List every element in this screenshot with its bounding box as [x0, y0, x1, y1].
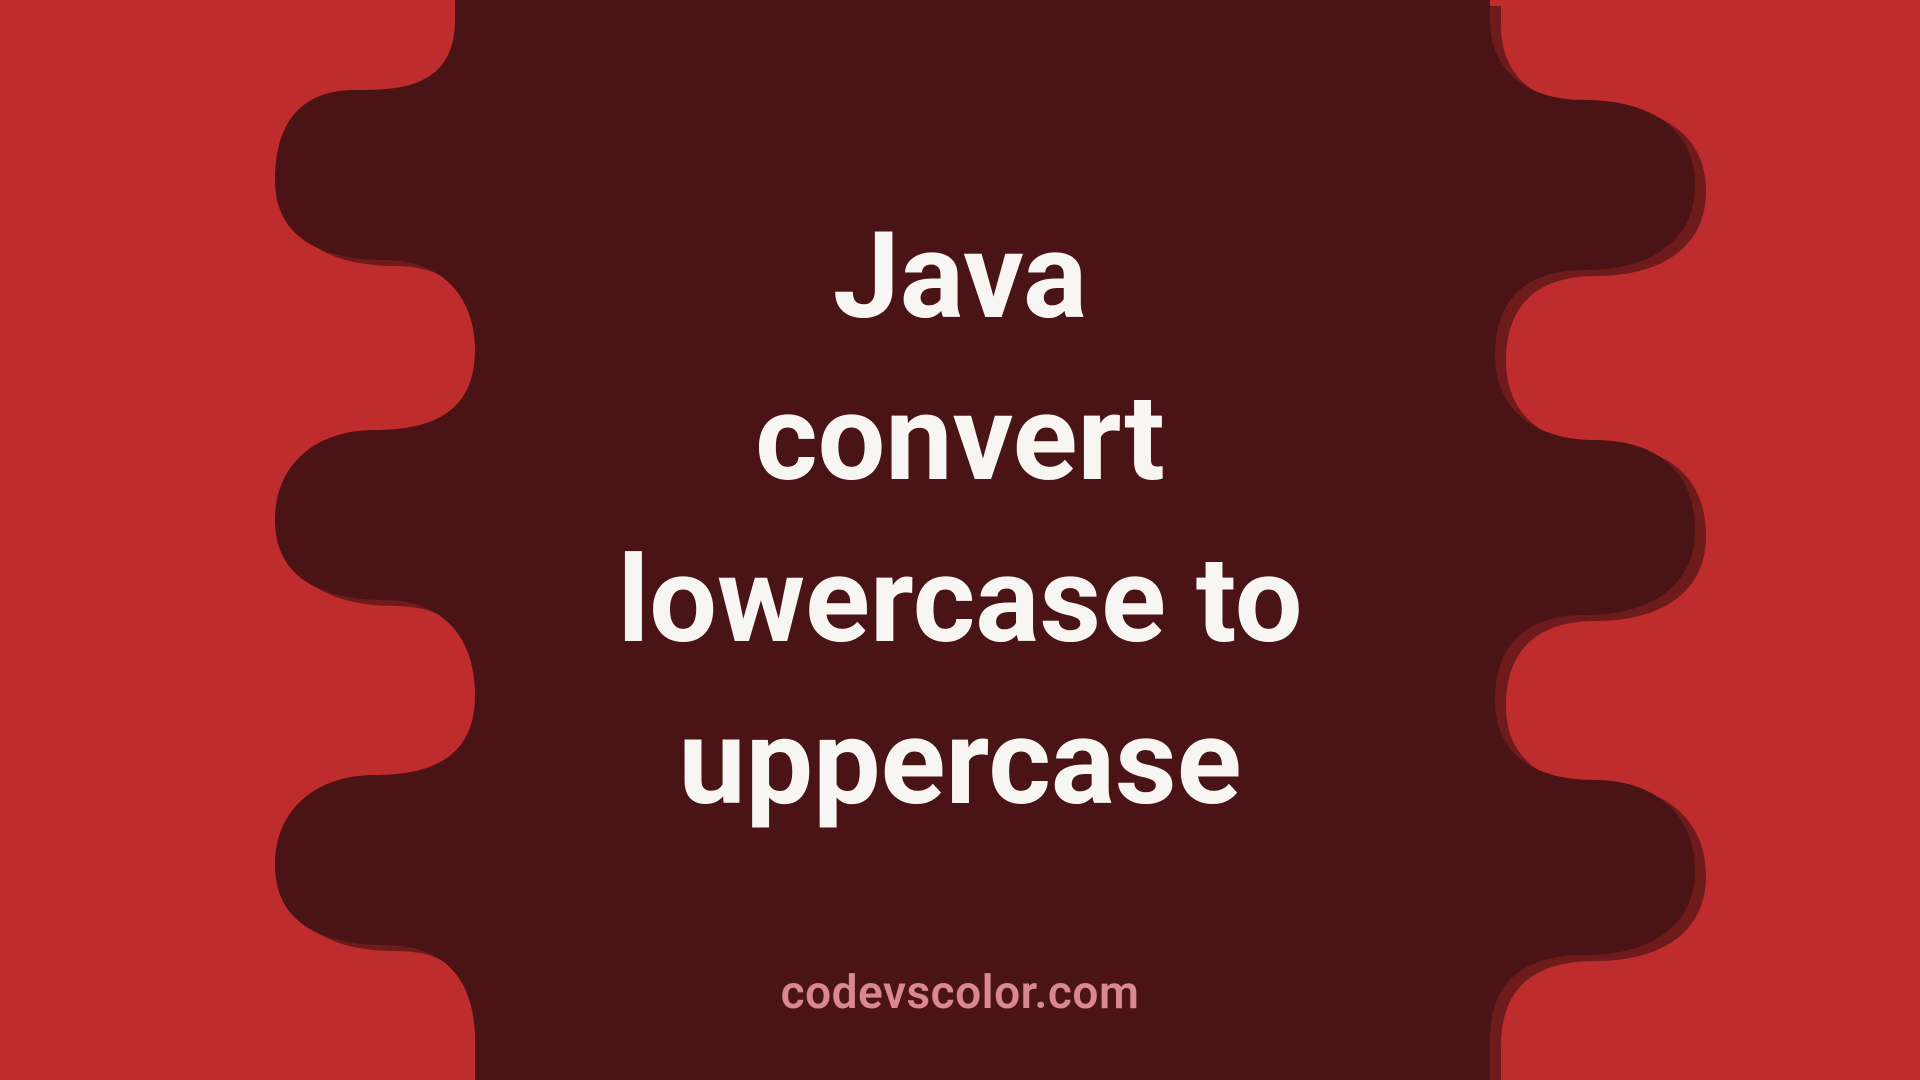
title-line-2: convert [755, 369, 1165, 509]
title-line-4: uppercase [678, 693, 1241, 833]
banner-title: Java convert lowercase to uppercase [617, 196, 1302, 844]
watermark-text: codevscolor.com [781, 966, 1140, 1020]
title-line-1: Java [833, 207, 1087, 347]
title-line-3: lowercase to [617, 531, 1302, 671]
content-area: Java convert lowercase to uppercase code… [0, 0, 1920, 1080]
